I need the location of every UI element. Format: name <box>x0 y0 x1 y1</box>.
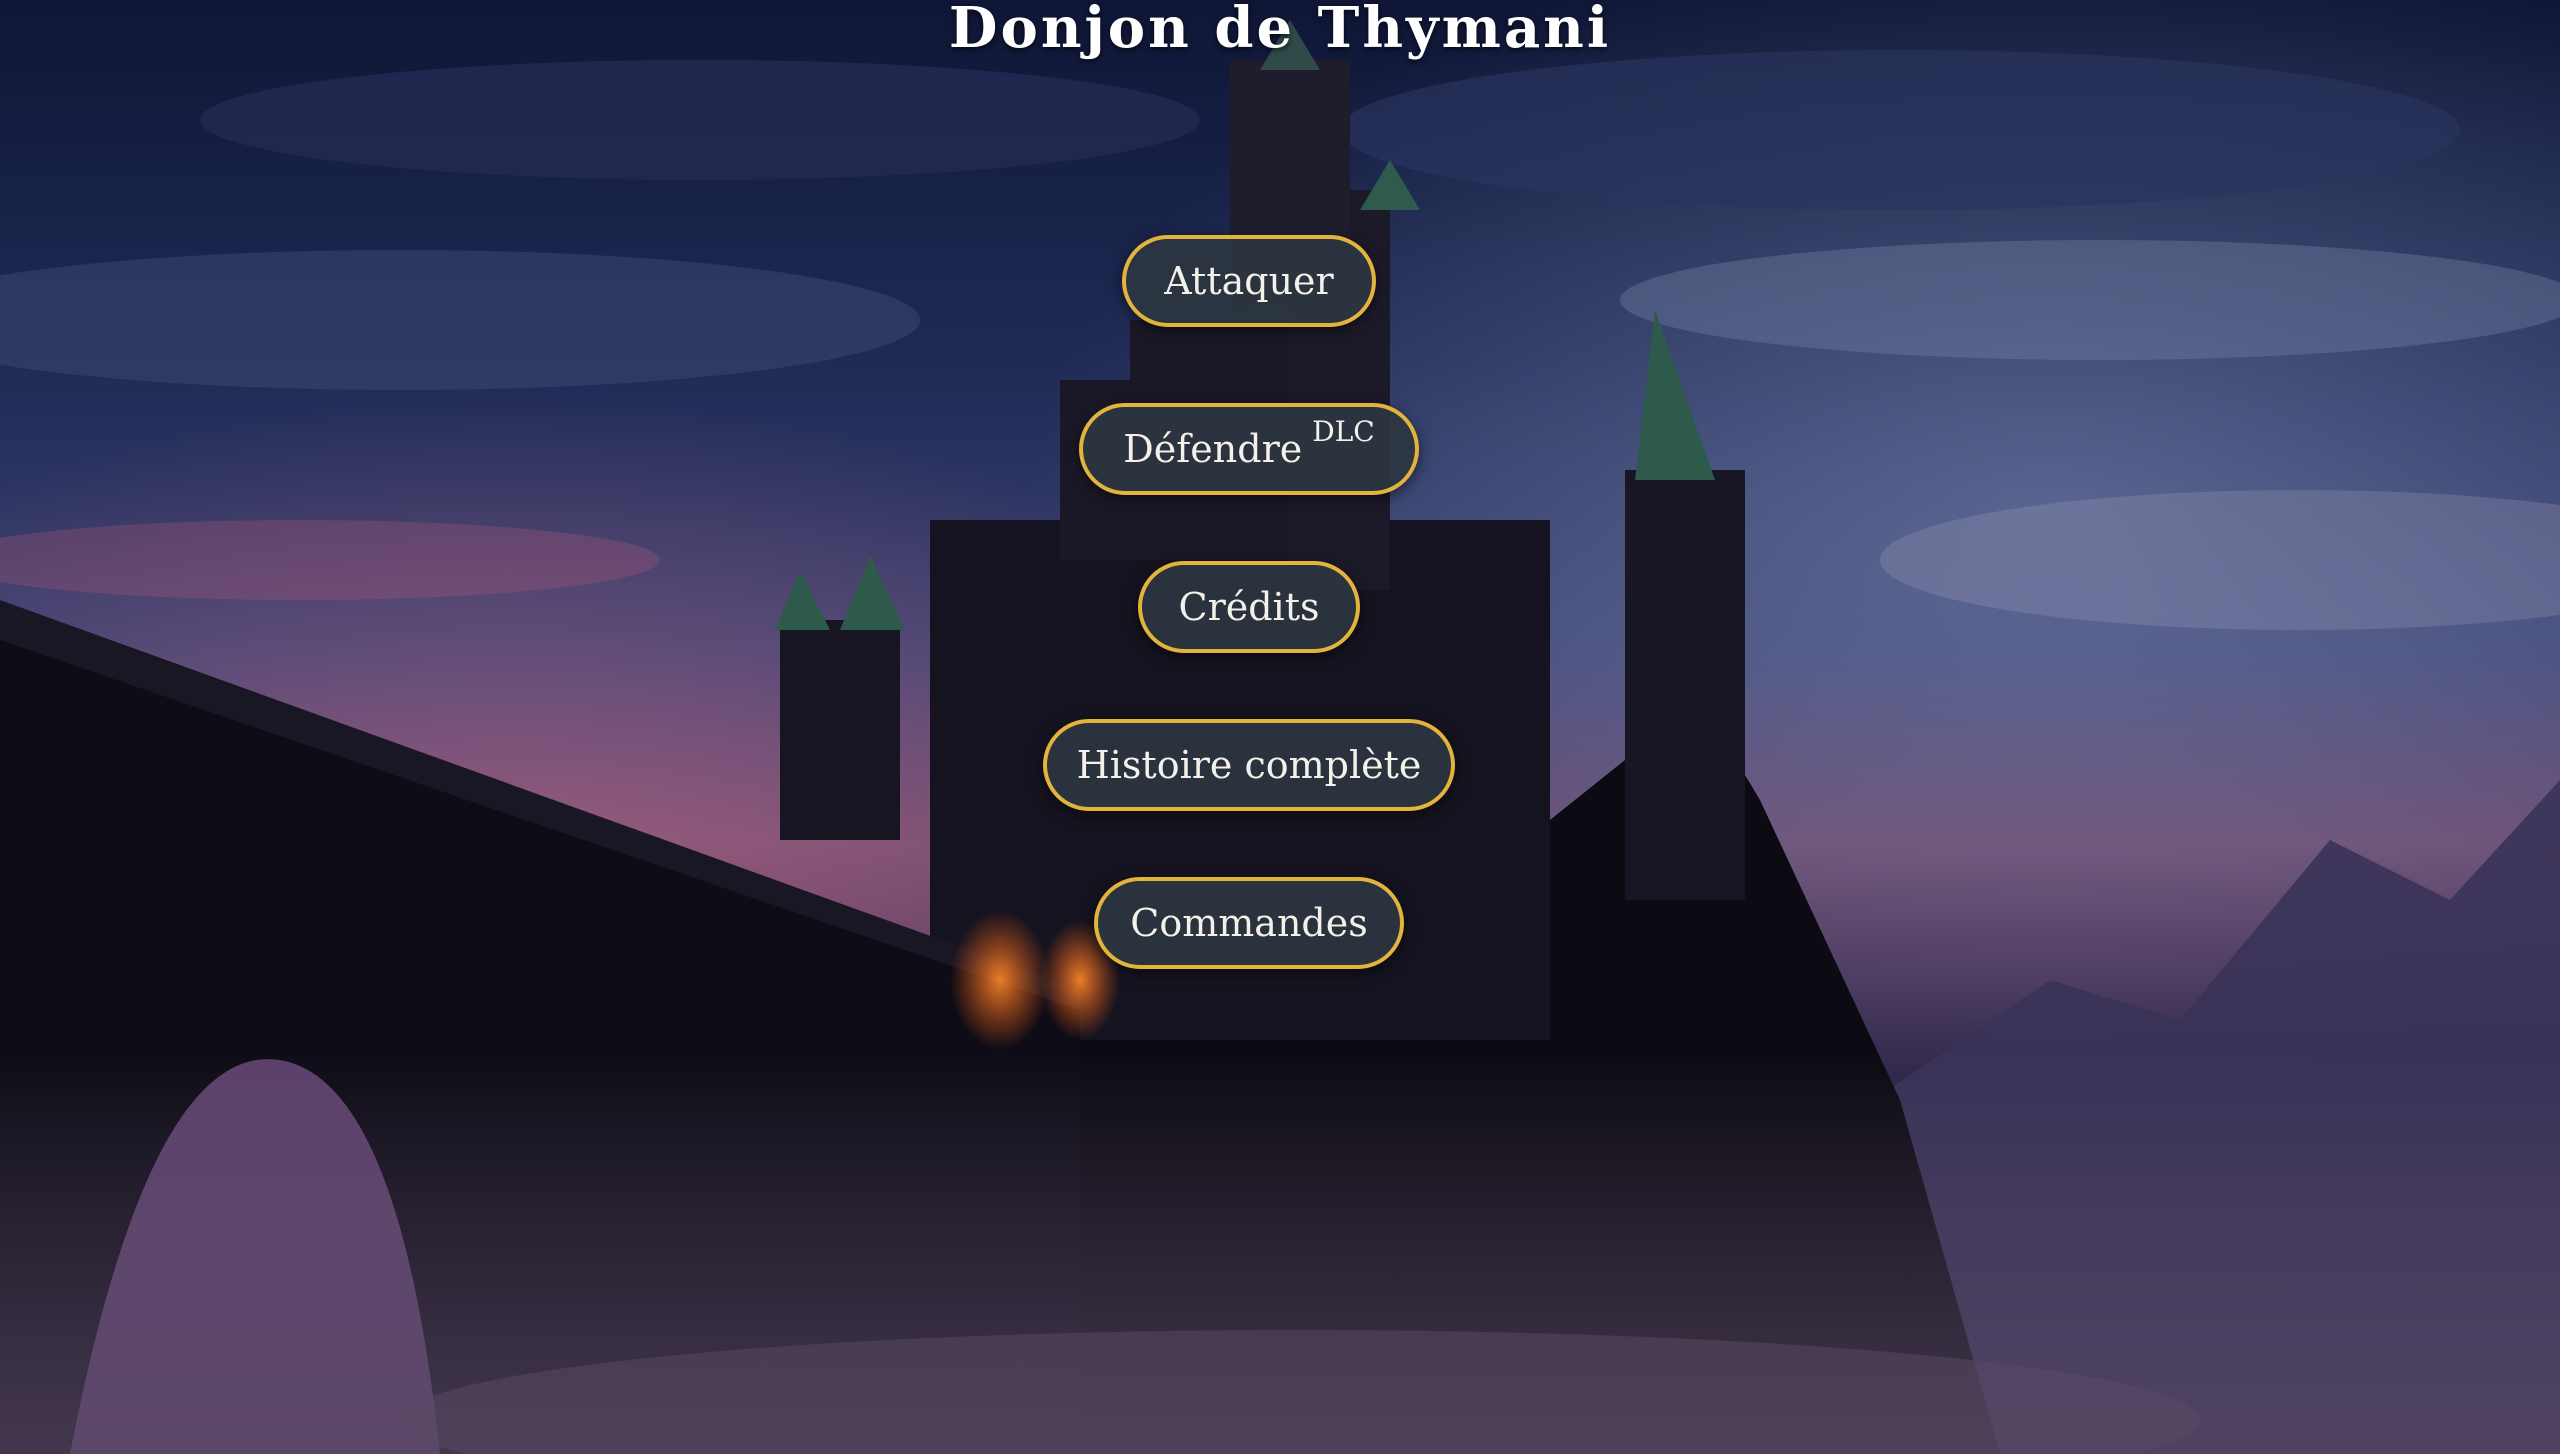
full-story-button[interactable]: Histoire complète <box>1043 719 1455 811</box>
controls-button[interactable]: Commandes <box>1094 877 1404 969</box>
attack-button[interactable]: Attaquer <box>1122 235 1376 327</box>
dlc-badge: DLC <box>1312 414 1375 448</box>
attack-button-label: Attaquer <box>1164 259 1334 303</box>
defend-button-label: Défendre <box>1123 427 1303 471</box>
controls-button-label: Commandes <box>1130 901 1368 945</box>
full-story-button-label: Histoire complète <box>1076 743 1422 787</box>
game-title: Donjon de Thymani <box>948 0 1612 61</box>
credits-button-label: Crédits <box>1178 585 1320 629</box>
defend-button[interactable]: Défendre DLC <box>1079 403 1419 495</box>
credits-button[interactable]: Crédits <box>1138 561 1360 653</box>
main-menu-screen: Donjon de Thymani Attaquer Défendre DLC … <box>0 0 2560 1454</box>
